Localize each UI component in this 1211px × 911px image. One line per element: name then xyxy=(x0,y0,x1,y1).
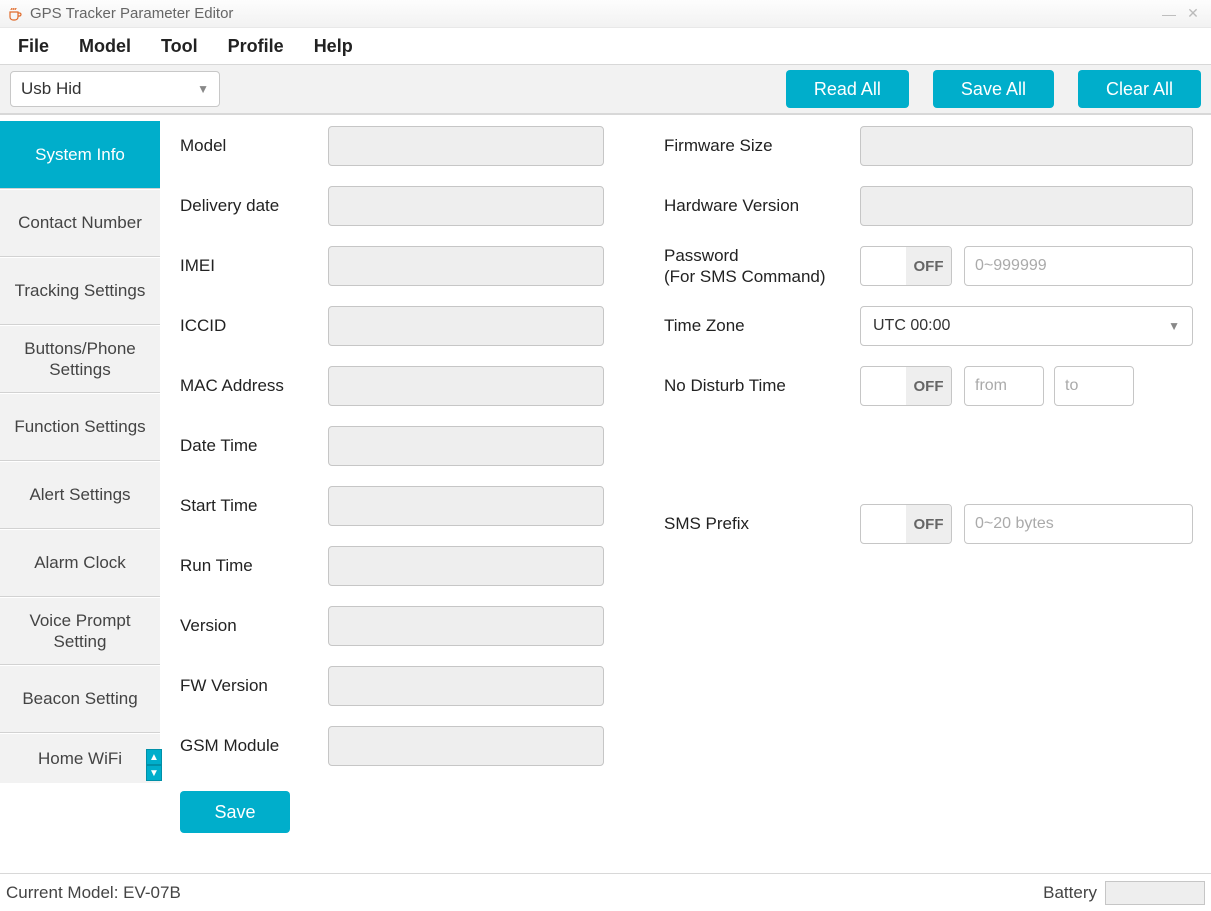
sidebar-item-function-settings[interactable]: Function Settings xyxy=(0,393,160,461)
nodisturb-from-input[interactable] xyxy=(964,366,1044,406)
label-imei: IMEI xyxy=(180,256,328,276)
label-gsm: GSM Module xyxy=(180,736,328,756)
label-runtime: Run Time xyxy=(180,556,328,576)
app-icon xyxy=(6,5,24,23)
connection-dropdown[interactable]: Usb Hid ▼ xyxy=(10,71,220,107)
sidebar-item-buttons-phone-settings[interactable]: Buttons/Phone Settings xyxy=(0,325,160,393)
close-button[interactable]: ✕ xyxy=(1181,5,1205,23)
sidebar: System Info Contact Number Tracking Sett… xyxy=(0,115,160,864)
read-all-button[interactable]: Read All xyxy=(786,70,909,108)
field-fwversion xyxy=(328,666,604,706)
menu-help[interactable]: Help xyxy=(302,30,365,63)
label-starttime: Start Time xyxy=(180,496,328,516)
scroll-up-handle[interactable]: ▲ xyxy=(146,749,162,765)
label-mac: MAC Address xyxy=(180,376,328,396)
toolbar: Usb Hid ▼ Read All Save All Clear All xyxy=(0,64,1211,114)
timezone-select[interactable]: UTC 00:00 ▼ xyxy=(860,306,1193,346)
content-pane: Model Delivery date IMEI ICCID MAC Addre… xyxy=(160,115,1211,864)
label-password-line1: Password xyxy=(664,246,739,265)
menu-profile[interactable]: Profile xyxy=(216,30,296,63)
field-datetime xyxy=(328,426,604,466)
label-fwversion: FW Version xyxy=(180,676,328,696)
chevron-down-icon: ▼ xyxy=(1168,319,1180,333)
sidebar-item-system-info[interactable]: System Info xyxy=(0,121,160,189)
label-nodisturb: No Disturb Time xyxy=(664,375,860,396)
clear-all-button[interactable]: Clear All xyxy=(1078,70,1201,108)
field-version xyxy=(328,606,604,646)
minimize-button[interactable]: — xyxy=(1157,5,1181,23)
sidebar-item-beacon-setting[interactable]: Beacon Setting xyxy=(0,665,160,733)
sidebar-item-contact-number[interactable]: Contact Number xyxy=(0,189,160,257)
toggle-on-half xyxy=(861,247,906,285)
field-iccid xyxy=(328,306,604,346)
battery-label: Battery xyxy=(1043,883,1097,903)
password-input[interactable] xyxy=(964,246,1193,286)
battery-indicator xyxy=(1105,881,1205,905)
titlebar: GPS Tracker Parameter Editor — ✕ xyxy=(0,0,1211,28)
field-delivery-date xyxy=(328,186,604,226)
label-model: Model xyxy=(180,136,328,156)
sidebar-item-alert-settings[interactable]: Alert Settings xyxy=(0,461,160,529)
menu-file[interactable]: File xyxy=(6,30,61,63)
timezone-value: UTC 00:00 xyxy=(873,317,950,335)
field-mac xyxy=(328,366,604,406)
toggle-off-half: OFF xyxy=(906,367,951,405)
field-model xyxy=(328,126,604,166)
main-area: System Info Contact Number Tracking Sett… xyxy=(0,114,1211,864)
label-fwsize: Firmware Size xyxy=(664,135,860,156)
toggle-off-half: OFF xyxy=(906,505,951,543)
label-password-line2: (For SMS Command) xyxy=(664,267,826,286)
sidebar-item-voice-prompt-setting[interactable]: Voice Prompt Setting xyxy=(0,597,160,665)
right-column: Firmware Size Hardware Version Password … xyxy=(664,125,1193,854)
menubar: File Model Tool Profile Help xyxy=(0,28,1211,64)
field-hwver xyxy=(860,186,1193,226)
toggle-on-half xyxy=(861,505,906,543)
nodisturb-to-input[interactable] xyxy=(1054,366,1134,406)
connection-value: Usb Hid xyxy=(21,79,81,99)
field-runtime xyxy=(328,546,604,586)
scroll-down-handle[interactable]: ▼ xyxy=(146,765,162,781)
field-fwsize xyxy=(860,126,1193,166)
sidebar-item-home-wifi[interactable]: Home WiFi xyxy=(0,733,160,783)
save-button[interactable]: Save xyxy=(180,791,290,833)
left-column: Model Delivery date IMEI ICCID MAC Addre… xyxy=(180,125,630,854)
smsprefix-input[interactable] xyxy=(964,504,1193,544)
sidebar-item-alarm-clock[interactable]: Alarm Clock xyxy=(0,529,160,597)
window-title: GPS Tracker Parameter Editor xyxy=(30,5,233,22)
label-timezone: Time Zone xyxy=(664,315,860,336)
label-datetime: Date Time xyxy=(180,436,328,456)
sidebar-item-tracking-settings[interactable]: Tracking Settings xyxy=(0,257,160,325)
label-iccid: ICCID xyxy=(180,316,328,336)
field-imei xyxy=(328,246,604,286)
smsprefix-toggle[interactable]: OFF xyxy=(860,504,952,544)
label-hwver: Hardware Version xyxy=(664,195,860,216)
current-model-label: Current Model: EV-07B xyxy=(6,883,181,903)
menu-tool[interactable]: Tool xyxy=(149,30,210,63)
label-delivery-date: Delivery date xyxy=(180,196,328,216)
label-version: Version xyxy=(180,616,328,636)
toggle-off-half: OFF xyxy=(906,247,951,285)
field-starttime xyxy=(328,486,604,526)
field-gsm xyxy=(328,726,604,766)
toggle-on-half xyxy=(861,367,906,405)
nodisturb-toggle[interactable]: OFF xyxy=(860,366,952,406)
password-toggle[interactable]: OFF xyxy=(860,246,952,286)
statusbar: Current Model: EV-07B Battery xyxy=(0,873,1211,911)
menu-model[interactable]: Model xyxy=(67,30,143,63)
chevron-down-icon: ▼ xyxy=(197,82,209,96)
label-password: Password (For SMS Command) xyxy=(664,245,860,288)
save-all-button[interactable]: Save All xyxy=(933,70,1054,108)
label-smsprefix: SMS Prefix xyxy=(664,513,860,534)
